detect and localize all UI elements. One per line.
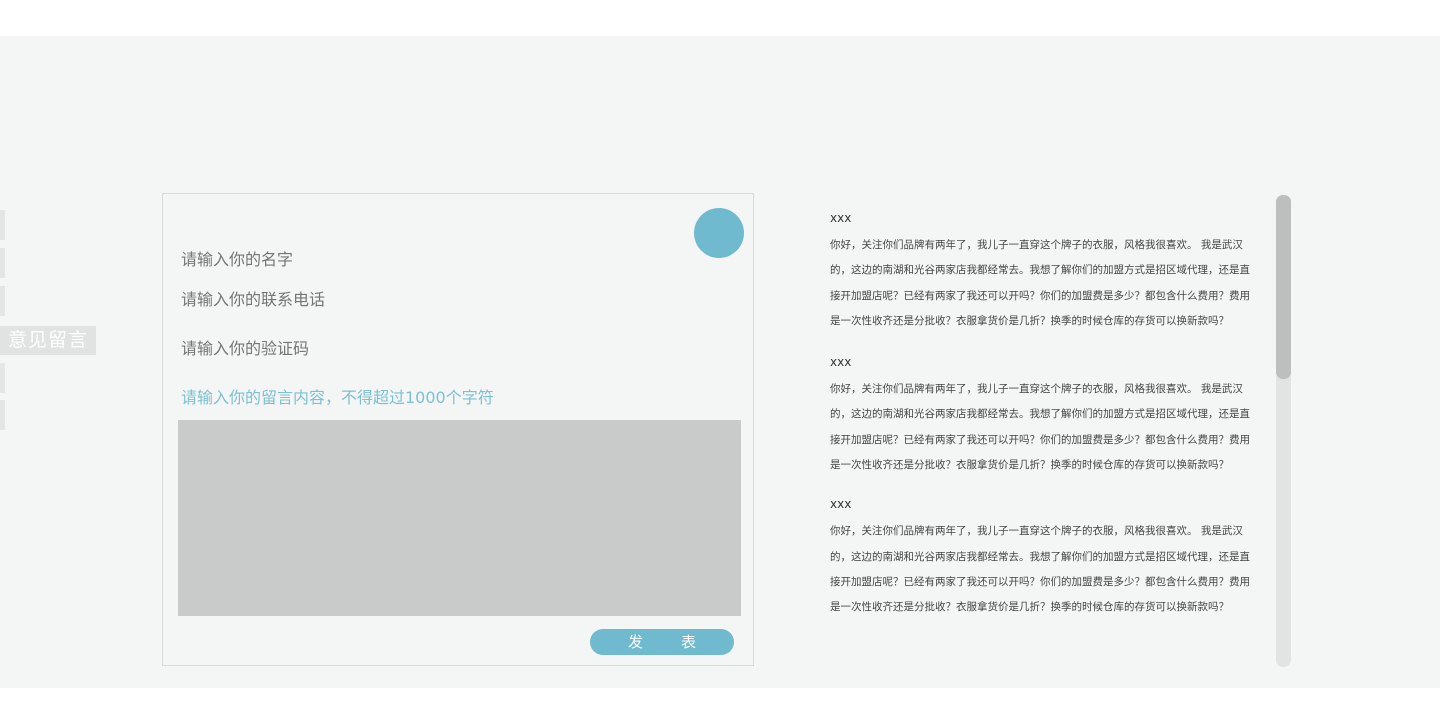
message-list: xxx 你好，关注你们品牌有两年了，我儿子一直穿这个牌子的衣服，风格我很喜欢。 …	[830, 205, 1260, 621]
scrollbar-thumb[interactable]	[1276, 195, 1291, 379]
side-nav-tab-1[interactable]	[0, 210, 5, 240]
message-form: 请输入你的留言内容，不得超过1000个字符 发表	[162, 193, 754, 666]
side-nav-tab-6[interactable]	[0, 400, 5, 430]
message-text: 你好，关注你们品牌有两年了，我儿子一直穿这个牌子的衣服，风格我很喜欢。 我是武汉…	[830, 525, 1250, 614]
verification-code-input[interactable]	[181, 339, 581, 358]
message-item: xxx 你好，关注你们品牌有两年了，我儿子一直穿这个牌子的衣服，风格我很喜欢。 …	[830, 349, 1260, 478]
side-nav-active-item[interactable]: 意见留言	[0, 326, 96, 355]
message-item: xxx 你好，关注你们品牌有两年了，我儿子一直穿这个牌子的衣服，风格我很喜欢。 …	[830, 491, 1260, 620]
submit-button[interactable]: 发表	[590, 629, 734, 655]
message-text: 你好，关注你们品牌有两年了，我儿子一直穿这个牌子的衣服，风格我很喜欢。 我是武汉…	[830, 239, 1250, 327]
message-textarea[interactable]	[178, 420, 741, 616]
message-hint: 请输入你的留言内容，不得超过1000个字符	[181, 388, 494, 407]
message-author: xxx	[830, 497, 852, 512]
phone-input[interactable]	[181, 290, 581, 309]
side-nav-tab-5[interactable]	[0, 363, 5, 393]
message-item: xxx 你好，关注你们品牌有两年了，我儿子一直穿这个牌子的衣服，风格我很喜欢。 …	[830, 205, 1260, 334]
message-author: xxx	[830, 355, 852, 370]
message-author: xxx	[830, 211, 852, 225]
name-input[interactable]	[181, 250, 581, 269]
message-text: 你好，关注你们品牌有两年了，我儿子一直穿这个牌子的衣服，风格我很喜欢。 我是武汉…	[830, 383, 1250, 472]
avatar[interactable]	[694, 208, 744, 258]
side-nav-tab-3[interactable]	[0, 286, 5, 316]
side-nav-tab-2[interactable]	[0, 248, 5, 278]
